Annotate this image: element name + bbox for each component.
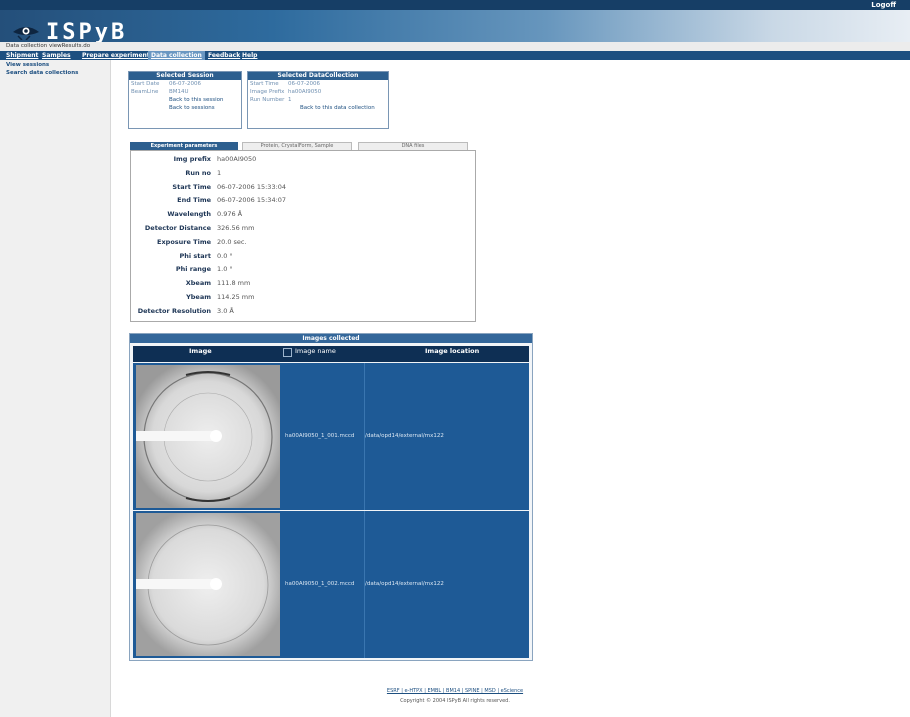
session-start-date: 06-07-2006: [169, 81, 201, 87]
menu-shipment[interactable]: Shipment: [6, 51, 38, 60]
eye-logo-icon: [13, 27, 39, 40]
session-beamline: BM14U: [169, 89, 189, 95]
dc-start-time-label: Start Time: [250, 81, 279, 87]
parameter-value: 111.8 mm: [217, 279, 251, 288]
parameter-value: 20.0 sec.: [217, 237, 247, 246]
tab-bar: Experiment parameters Protein, CrystalFo…: [130, 142, 470, 151]
dc-prefix: ha00AI9050: [288, 89, 322, 95]
parameter-value: 114.25 mm: [217, 293, 255, 301]
parameter-label: Ybeam: [186, 293, 211, 301]
parameter-label: End Time: [177, 196, 211, 205]
menu-help[interactable]: Help: [242, 51, 257, 60]
session-start-date-label: Start Date: [131, 81, 160, 87]
diffraction-image-thumbnail[interactable]: [136, 365, 280, 508]
logoff-link[interactable]: Logoff: [871, 0, 896, 10]
image-name[interactable]: ha00AI9050_1_001.mccd: [285, 433, 354, 439]
parameter-label: Wavelength: [167, 210, 211, 219]
parameter-label: Exposure Time: [157, 237, 211, 246]
images-table-header: Image Image name Image location: [133, 346, 529, 362]
menu-samples[interactable]: Samples: [42, 51, 71, 60]
footer: ESRF | e-HTPX | EMBL | BM14 | SPINE | MS…: [0, 688, 910, 704]
top-bar: Logoff: [0, 0, 910, 10]
session-panel-title: Selected Session: [129, 72, 241, 80]
sort-icon[interactable]: [283, 348, 292, 357]
image-name[interactable]: ha00AI9050_1_002.mccd: [285, 581, 354, 587]
parameter-value: 3.0 Å: [217, 306, 234, 315]
sidebar-item-search-data-collections[interactable]: Search data collections: [0, 68, 110, 76]
parameter-label: Start Time: [172, 182, 211, 191]
header-banner: ISPyB Information system for Protein cry…: [0, 10, 910, 49]
parameter-value: 0.976 Å: [217, 210, 243, 219]
image-location: /data/opd14/external/mx122: [365, 433, 444, 439]
parameter-value: ha00AI9050: [217, 155, 257, 163]
breadcrumb-text[interactable]: Data collection viewResults.do: [0, 43, 90, 49]
main-menu: Shipment Samples Prepare experiment Data…: [0, 51, 910, 60]
parameter-label: Phi range: [175, 265, 211, 274]
col-name-header[interactable]: Image name: [295, 346, 336, 356]
session-beamline-label: BeamLine: [131, 89, 159, 95]
dc-start-time: 06-07-2006: [288, 81, 320, 87]
parameter-label: Run no: [185, 168, 211, 177]
selected-datacollection-panel: Selected DataCollection Start Time 06-07-…: [247, 71, 389, 129]
parameter-label: Phi start: [179, 251, 211, 260]
dc-run-label: Run Number: [250, 97, 285, 103]
parameter-label: Xbeam: [185, 279, 211, 288]
menu-prepare-experiment[interactable]: Prepare experiment: [82, 51, 150, 60]
footer-copyright: Copyright © 2004 ISPyB All rights reserv…: [400, 698, 510, 704]
menu-feedback[interactable]: Feedback: [208, 51, 240, 60]
col-location-header: Image location: [425, 347, 480, 355]
sidebar: View sessions Search data collections: [0, 60, 111, 717]
parameter-value: 1.0 °: [217, 265, 233, 274]
parameter-label: Detector Distance: [144, 224, 211, 232]
parameter-value: 1: [217, 168, 222, 177]
selected-session-panel: Selected Session Start Date 06-07-2006 Be…: [128, 71, 242, 129]
parameter-value: 06-07-2006 15:33:04: [217, 182, 287, 191]
image-location: /data/opd14/external/mx122: [365, 581, 444, 587]
footer-links[interactable]: ESRF | e-HTPX | EMBL | BM14 | SPINE | MS…: [0, 688, 910, 694]
sidebar-item-view-sessions[interactable]: View sessions: [0, 60, 110, 68]
back-to-datacollection-link[interactable]: Back to this data collection: [300, 105, 375, 111]
dc-prefix-label: Image Prefix: [250, 89, 285, 95]
table-row: ha00AI9050_1_001.mccd /data/opd14/extern…: [133, 363, 529, 510]
parameter-label: Img prefix: [173, 155, 211, 163]
parameter-label: Detector Resolution: [137, 306, 211, 315]
breadcrumb: Data collection viewResults.do: [0, 42, 910, 51]
parameter-value: 326.56 mm: [217, 224, 255, 232]
experiment-parameters-table: Img prefix ha00AI9050 Run no 1 Start Time 06-…: [130, 150, 476, 322]
images-collected-panel: Images collected Image Image name Image …: [129, 333, 533, 661]
back-to-sessions-link[interactable]: Back to sessions: [169, 105, 215, 111]
images-panel-title: Images collected: [130, 334, 532, 343]
diffraction-image-thumbnail[interactable]: [136, 513, 280, 656]
dc-run: 1: [288, 97, 292, 103]
parameter-value: 0.0 °: [217, 251, 233, 260]
col-image-header: Image: [189, 347, 212, 355]
parameter-value: 06-07-2006 15:34:07: [217, 196, 287, 205]
datacollection-panel-title: Selected DataCollection: [248, 72, 388, 80]
menu-data-collection[interactable]: Data collection: [148, 51, 205, 60]
table-row: ha00AI9050_1_002.mccd /data/opd14/extern…: [133, 511, 529, 658]
back-to-session-link[interactable]: Back to this session: [169, 97, 224, 103]
app-logo[interactable]: ISPyB: [46, 22, 127, 44]
